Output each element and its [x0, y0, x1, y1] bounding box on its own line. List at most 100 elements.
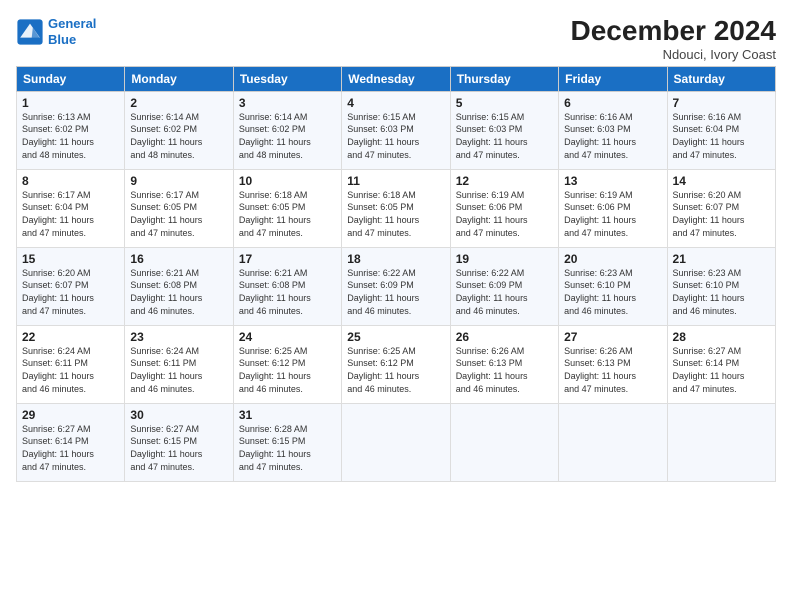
calendar-cell: 19Sunrise: 6:22 AM Sunset: 6:09 PM Dayli… — [450, 247, 558, 325]
day-number: 21 — [673, 252, 770, 266]
day-number: 9 — [130, 174, 227, 188]
day-number: 26 — [456, 330, 553, 344]
calendar-cell: 9Sunrise: 6:17 AM Sunset: 6:05 PM Daylig… — [125, 169, 233, 247]
day-number: 22 — [22, 330, 119, 344]
day-number: 5 — [456, 96, 553, 110]
header-row: Sunday Monday Tuesday Wednesday Thursday… — [17, 66, 776, 91]
day-detail: Sunrise: 6:15 AM Sunset: 6:03 PM Dayligh… — [347, 111, 444, 161]
calendar-cell: 11Sunrise: 6:18 AM Sunset: 6:05 PM Dayli… — [342, 169, 450, 247]
logo-line1: General — [48, 16, 96, 31]
calendar-cell: 22Sunrise: 6:24 AM Sunset: 6:11 PM Dayli… — [17, 325, 125, 403]
calendar-cell: 25Sunrise: 6:25 AM Sunset: 6:12 PM Dayli… — [342, 325, 450, 403]
day-number: 11 — [347, 174, 444, 188]
day-number: 8 — [22, 174, 119, 188]
calendar-week-1: 1Sunrise: 6:13 AM Sunset: 6:02 PM Daylig… — [17, 91, 776, 169]
day-detail: Sunrise: 6:15 AM Sunset: 6:03 PM Dayligh… — [456, 111, 553, 161]
col-tuesday: Tuesday — [233, 66, 341, 91]
calendar-cell — [342, 403, 450, 481]
calendar-cell: 24Sunrise: 6:25 AM Sunset: 6:12 PM Dayli… — [233, 325, 341, 403]
month-title: December 2024 — [571, 16, 776, 47]
calendar-table: Sunday Monday Tuesday Wednesday Thursday… — [16, 66, 776, 482]
day-number: 7 — [673, 96, 770, 110]
title-block: December 2024 Ndouci, Ivory Coast — [571, 16, 776, 62]
logo: General Blue — [16, 16, 96, 47]
col-monday: Monday — [125, 66, 233, 91]
day-number: 2 — [130, 96, 227, 110]
day-detail: Sunrise: 6:19 AM Sunset: 6:06 PM Dayligh… — [564, 189, 661, 239]
day-number: 31 — [239, 408, 336, 422]
day-detail: Sunrise: 6:27 AM Sunset: 6:14 PM Dayligh… — [673, 345, 770, 395]
day-number: 29 — [22, 408, 119, 422]
day-number: 1 — [22, 96, 119, 110]
calendar-week-5: 29Sunrise: 6:27 AM Sunset: 6:14 PM Dayli… — [17, 403, 776, 481]
day-detail: Sunrise: 6:28 AM Sunset: 6:15 PM Dayligh… — [239, 423, 336, 473]
day-number: 15 — [22, 252, 119, 266]
logo-line2: Blue — [48, 32, 76, 47]
calendar-cell: 23Sunrise: 6:24 AM Sunset: 6:11 PM Dayli… — [125, 325, 233, 403]
col-sunday: Sunday — [17, 66, 125, 91]
calendar-cell: 30Sunrise: 6:27 AM Sunset: 6:15 PM Dayli… — [125, 403, 233, 481]
day-detail: Sunrise: 6:25 AM Sunset: 6:12 PM Dayligh… — [239, 345, 336, 395]
calendar-cell: 1Sunrise: 6:13 AM Sunset: 6:02 PM Daylig… — [17, 91, 125, 169]
day-detail: Sunrise: 6:27 AM Sunset: 6:14 PM Dayligh… — [22, 423, 119, 473]
day-number: 25 — [347, 330, 444, 344]
calendar-cell: 4Sunrise: 6:15 AM Sunset: 6:03 PM Daylig… — [342, 91, 450, 169]
day-detail: Sunrise: 6:17 AM Sunset: 6:05 PM Dayligh… — [130, 189, 227, 239]
day-detail: Sunrise: 6:16 AM Sunset: 6:04 PM Dayligh… — [673, 111, 770, 161]
day-detail: Sunrise: 6:20 AM Sunset: 6:07 PM Dayligh… — [673, 189, 770, 239]
day-number: 30 — [130, 408, 227, 422]
calendar-week-4: 22 Sunrise: 6:24 AM Sunset: 6:11 PM Dayli… — [17, 325, 776, 403]
logo-icon — [16, 18, 44, 46]
location-title: Ndouci, Ivory Coast — [571, 47, 776, 62]
day-number: 4 — [347, 96, 444, 110]
calendar-cell: 8Sunrise: 6:17 AM Sunset: 6:04 PM Daylig… — [17, 169, 125, 247]
calendar-cell: 15Sunrise: 6:20 AM Sunset: 6:07 PM Dayli… — [17, 247, 125, 325]
day-detail: Sunrise: 6:21 AM Sunset: 6:08 PM Dayligh… — [130, 267, 227, 317]
calendar-cell: 6Sunrise: 6:16 AM Sunset: 6:03 PM Daylig… — [559, 91, 667, 169]
day-detail: Sunrise: 6:16 AM Sunset: 6:03 PM Dayligh… — [564, 111, 661, 161]
calendar-week-2: 8Sunrise: 6:17 AM Sunset: 6:04 PM Daylig… — [17, 169, 776, 247]
calendar-cell: 18Sunrise: 6:22 AM Sunset: 6:09 PM Dayli… — [342, 247, 450, 325]
calendar-week-3: 15Sunrise: 6:20 AM Sunset: 6:07 PM Dayli… — [17, 247, 776, 325]
day-number: 3 — [239, 96, 336, 110]
calendar-container: General Blue December 2024 Ndouci, Ivory… — [0, 0, 792, 490]
calendar-cell: 20Sunrise: 6:23 AM Sunset: 6:10 PM Dayli… — [559, 247, 667, 325]
calendar-cell: 16Sunrise: 6:21 AM Sunset: 6:08 PM Dayli… — [125, 247, 233, 325]
calendar-cell: 27Sunrise: 6:26 AM Sunset: 6:13 PM Dayli… — [559, 325, 667, 403]
day-number: 19 — [456, 252, 553, 266]
calendar-cell: 2Sunrise: 6:14 AM Sunset: 6:02 PM Daylig… — [125, 91, 233, 169]
day-number: 10 — [239, 174, 336, 188]
day-detail: Sunrise: 6:17 AM Sunset: 6:04 PM Dayligh… — [22, 189, 119, 239]
day-detail: Sunrise: 6:14 AM Sunset: 6:02 PM Dayligh… — [239, 111, 336, 161]
calendar-cell — [450, 403, 558, 481]
day-detail: Sunrise: 6:14 AM Sunset: 6:02 PM Dayligh… — [130, 111, 227, 161]
header: General Blue December 2024 Ndouci, Ivory… — [16, 16, 776, 62]
calendar-cell: 10Sunrise: 6:18 AM Sunset: 6:05 PM Dayli… — [233, 169, 341, 247]
logo-text: General Blue — [48, 16, 96, 47]
day-number: 27 — [564, 330, 661, 344]
day-number: 17 — [239, 252, 336, 266]
calendar-cell: 21Sunrise: 6:23 AM Sunset: 6:10 PM Dayli… — [667, 247, 775, 325]
calendar-cell: 3Sunrise: 6:14 AM Sunset: 6:02 PM Daylig… — [233, 91, 341, 169]
calendar-cell: 5Sunrise: 6:15 AM Sunset: 6:03 PM Daylig… — [450, 91, 558, 169]
day-detail: Sunrise: 6:22 AM Sunset: 6:09 PM Dayligh… — [456, 267, 553, 317]
calendar-cell — [559, 403, 667, 481]
calendar-cell: 17Sunrise: 6:21 AM Sunset: 6:08 PM Dayli… — [233, 247, 341, 325]
day-detail: Sunrise: 6:25 AM Sunset: 6:12 PM Dayligh… — [347, 345, 444, 395]
calendar-cell: 28Sunrise: 6:27 AM Sunset: 6:14 PM Dayli… — [667, 325, 775, 403]
calendar-cell: 26Sunrise: 6:26 AM Sunset: 6:13 PM Dayli… — [450, 325, 558, 403]
day-detail: Sunrise: 6:21 AM Sunset: 6:08 PM Dayligh… — [239, 267, 336, 317]
day-number: 12 — [456, 174, 553, 188]
col-saturday: Saturday — [667, 66, 775, 91]
day-number: 23 — [130, 330, 227, 344]
day-detail: Sunrise: 6:22 AM Sunset: 6:09 PM Dayligh… — [347, 267, 444, 317]
calendar-cell: 13Sunrise: 6:19 AM Sunset: 6:06 PM Dayli… — [559, 169, 667, 247]
day-detail: Sunrise: 6:27 AM Sunset: 6:15 PM Dayligh… — [130, 423, 227, 473]
calendar-cell: 31Sunrise: 6:28 AM Sunset: 6:15 PM Dayli… — [233, 403, 341, 481]
calendar-cell — [667, 403, 775, 481]
day-number: 20 — [564, 252, 661, 266]
day-detail: Sunrise: 6:13 AM Sunset: 6:02 PM Dayligh… — [22, 111, 119, 161]
day-number: 14 — [673, 174, 770, 188]
day-detail: Sunrise: 6:24 AM Sunset: 6:11 PM Dayligh… — [130, 345, 227, 395]
day-number: 6 — [564, 96, 661, 110]
